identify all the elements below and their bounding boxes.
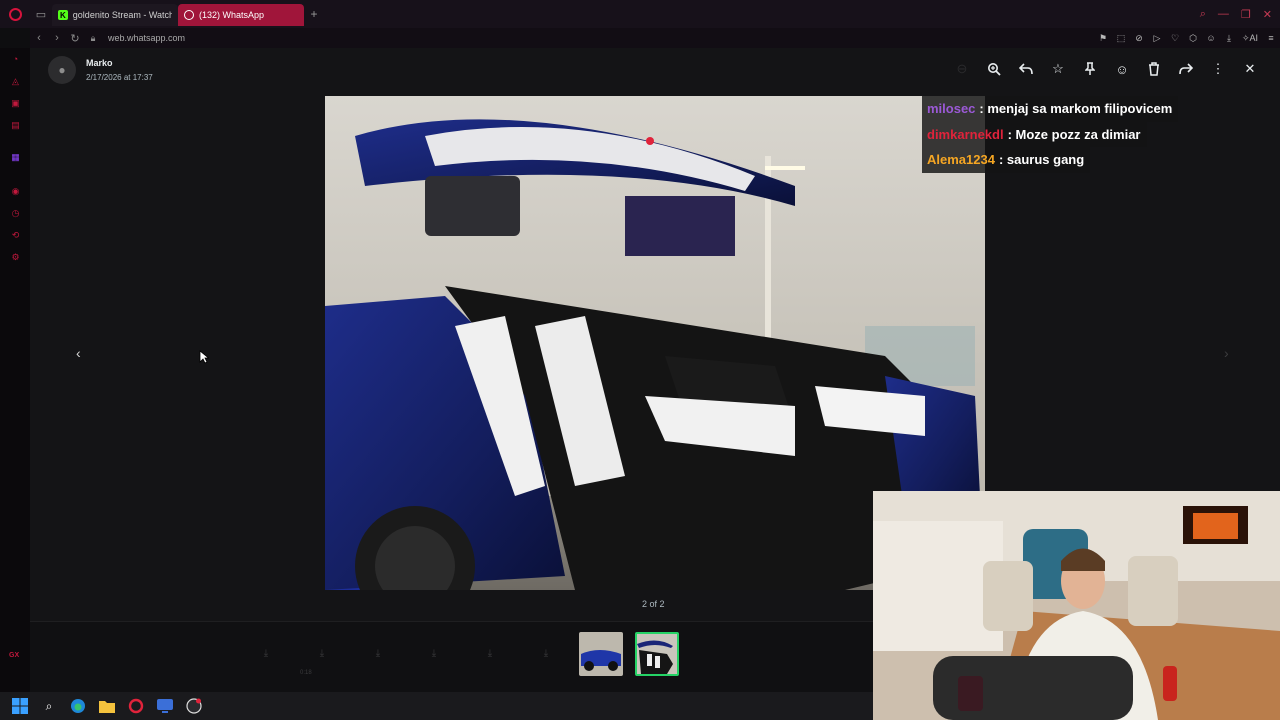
download-icon[interactable]: ⤓ — [315, 648, 329, 662]
windows-taskbar: ⌕ — [0, 692, 873, 720]
search-icon[interactable]: ⌕ — [40, 697, 58, 715]
snapshot-icon[interactable]: ⬚ — [1116, 33, 1126, 44]
twitch-icon[interactable]: ▦ — [10, 152, 21, 163]
video-duration: 0:18 — [300, 670, 312, 676]
download-icon[interactable]: ⤓ — [539, 648, 553, 662]
close-window-button[interactable]: ✕ — [1263, 8, 1272, 21]
player-icon[interactable]: ▷ — [1152, 33, 1162, 44]
reply-icon[interactable] — [1010, 58, 1042, 80]
download-icon[interactable]: ⤓ — [483, 648, 497, 662]
gx-control-icon[interactable]: ◔ — [10, 54, 21, 65]
tab-overview-icon[interactable]: ▭ — [30, 0, 52, 28]
chat-username: milosec — [927, 101, 976, 117]
download-icon[interactable]: ⤓ — [371, 648, 385, 662]
zoom-out-icon: ⊖ — [956, 61, 968, 76]
gx-logo: GX — [9, 652, 20, 659]
extensions-sidebar-icon[interactable]: ⟲ — [10, 230, 21, 241]
download-icon[interactable]: ⤓ — [259, 648, 273, 662]
gx-corner-icon[interactable]: ◬ — [10, 76, 21, 87]
forward-icon[interactable] — [1170, 58, 1202, 80]
sender-name: Marko — [86, 58, 113, 68]
bookmark-icon[interactable]: ⚑ — [1098, 33, 1108, 44]
chat-message: milosec : menjaj sa markom filipovicem — [922, 96, 1179, 122]
player-sidebar-icon[interactable]: ◉ — [10, 186, 21, 197]
remote-desktop-icon[interactable] — [156, 697, 174, 715]
heart-icon[interactable]: ♡ — [1170, 33, 1180, 44]
obs-icon[interactable] — [185, 697, 203, 715]
delete-icon[interactable] — [1138, 58, 1170, 80]
opera-sidebar: ◔ ◬ ▣ ▤ ▦ ◉ ◷ ⟲ ⚙ GX — [0, 48, 30, 692]
easy-setup-icon[interactable]: ≡ — [1266, 33, 1276, 43]
history-icon[interactable]: ◷ — [10, 208, 21, 219]
settings-icon[interactable]: ⚙ — [10, 252, 21, 263]
pin-icon[interactable] — [1074, 58, 1106, 80]
profile-icon[interactable]: ☺ — [1206, 33, 1216, 43]
next-media-button[interactable]: › — [1224, 345, 1229, 361]
chat-text: : Moze pozz za dimiar — [1007, 126, 1141, 142]
avatar: ● — [48, 56, 76, 84]
download-icon[interactable]: ⤓ — [427, 648, 441, 662]
media-counter: 2 of 2 — [642, 599, 665, 609]
chat-message: dimkarnekdl : Moze pozz za dimiar — [922, 121, 1147, 147]
tab-kick[interactable]: K goldenito Stream - Watch — [52, 4, 178, 26]
file-explorer-icon[interactable] — [98, 697, 116, 715]
more-icon[interactable]: ⋮ — [1202, 58, 1234, 80]
back-icon[interactable]: ‹ — [30, 32, 48, 44]
message-timestamp: 2/17/2026 at 17:37 — [86, 73, 153, 82]
emoji-icon[interactable]: ☺ — [1106, 58, 1138, 80]
viewer-toolbar: ⊖ ☆ ☺ ⋮ ✕ — [946, 58, 1266, 80]
minimize-button[interactable]: — — [1218, 8, 1229, 20]
extensions-icon[interactable]: ⬡ — [1188, 33, 1198, 44]
media-thumbnail-selected[interactable] — [635, 632, 679, 676]
aria-ai-icon[interactable]: ✧AI — [1242, 33, 1258, 44]
edge-icon[interactable] — [69, 697, 87, 715]
browser-tab-bar: ▭ K goldenito Stream - Watch (132) Whats… — [0, 0, 1280, 28]
maximize-button[interactable]: ❐ — [1241, 8, 1251, 21]
tab-title: (132) WhatsApp — [199, 10, 265, 20]
search-icon[interactable]: ⌕ — [1200, 8, 1206, 21]
chat-text: : saurus gang — [998, 152, 1085, 168]
chat-username: Alema1234 — [927, 152, 995, 168]
adblock-icon[interactable]: ⊘ — [1134, 33, 1144, 44]
forward-icon[interactable]: › — [48, 32, 66, 44]
mouse-cursor-icon — [199, 350, 209, 364]
chat-text: : menjaj sa markom filipovicem — [979, 101, 1173, 117]
new-tab-button[interactable]: + — [304, 3, 324, 25]
windows-start-icon[interactable] — [11, 697, 29, 715]
webcam-overlay — [873, 491, 1280, 720]
previous-media-button[interactable]: ‹ — [76, 345, 81, 361]
tab-whatsapp[interactable]: (132) WhatsApp — [178, 4, 304, 26]
close-icon[interactable]: ✕ — [1234, 58, 1266, 80]
sender-info[interactable]: ● Marko 2/17/2026 at 17:37 — [48, 56, 153, 84]
zoom-in-icon[interactable] — [978, 58, 1010, 80]
whatsapp-icon — [184, 10, 194, 20]
chat-message: Alema1234 : saurus gang — [922, 147, 1091, 173]
address-bar: ‹ › ↻ 🔒︎ web.whatsapp.com ⚑ ⬚ ⊘ ▷ ♡ ⬡ ☺ … — [30, 28, 1280, 48]
tab-title: goldenito Stream - Watch — [72, 10, 172, 20]
opera-gx-icon[interactable] — [127, 697, 145, 715]
opera-menu-icon[interactable] — [0, 0, 30, 28]
chat-username: dimkarnekdl — [927, 126, 1004, 142]
download-icon[interactable]: ⤓ — [1224, 33, 1234, 44]
stream-chat-overlay: milosec : menjaj sa markom filipovicem d… — [922, 96, 1264, 173]
star-icon[interactable]: ☆ — [1042, 58, 1074, 80]
messenger-icon[interactable]: ▣ — [10, 98, 21, 109]
reload-icon[interactable]: ↻ — [66, 32, 84, 45]
kick-icon: K — [58, 10, 68, 20]
discord-icon[interactable]: ▤ — [10, 120, 21, 131]
lock-icon: 🔒︎ — [90, 32, 96, 43]
url-field[interactable]: web.whatsapp.com — [108, 33, 185, 43]
media-thumbnail[interactable] — [579, 632, 623, 676]
